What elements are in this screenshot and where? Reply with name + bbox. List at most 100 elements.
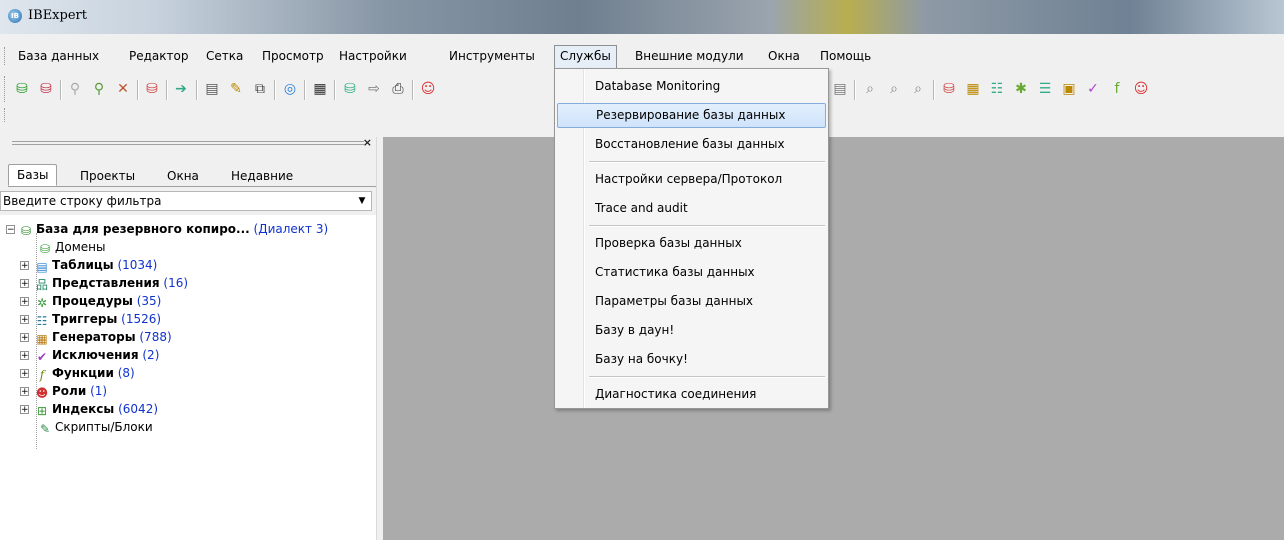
expand-icon[interactable]: + [20,387,29,397]
menubar-grip[interactable] [4,47,8,65]
new-generator-icon[interactable]: ☰ [1036,80,1054,98]
menu-grid[interactable]: Сетка [201,46,248,66]
toolbar2-grip[interactable] [4,108,8,122]
menu-item-database-monitoring[interactable]: Database Monitoring [557,74,826,99]
menu-item-connection-diagnostics[interactable]: Диагностика соединения [557,382,826,407]
expand-icon[interactable]: + [20,405,29,415]
sql-editor-icon[interactable]: ▦ [311,80,329,98]
menu-item-database-shutdown[interactable]: Базу в даун! [557,318,826,343]
tree-node-database[interactable]: − ⛁ База для резервного копиро... (Диалект… [6,220,328,238]
view-icon: 品 [35,278,48,292]
tree-node-domains[interactable]: ⛁ Домены [37,238,106,256]
connect-db-icon[interactable]: ⚲ [66,80,84,98]
menu-services[interactable]: Службы [554,45,617,68]
tab-divider [8,186,376,187]
create-db-icon[interactable]: ⛁ [143,80,161,98]
copy-object-icon[interactable]: ⧉ [251,80,269,98]
tab-projects[interactable]: Проекты [74,166,141,186]
tree-node-triggers[interactable]: + ☷ Триггеры (1526) [20,310,161,328]
new-function-icon[interactable]: f [1108,80,1126,98]
tree-node-roles[interactable]: + ☻ Роли (1) [20,382,107,400]
new-table-icon[interactable]: ⛁ [940,80,958,98]
menu-windows[interactable]: Окна [763,46,805,66]
menu-item-trace-and-audit[interactable]: Trace and audit [557,196,826,221]
menu-tools[interactable]: Инструменты [444,46,540,66]
tab-windows[interactable]: Окна [161,166,205,186]
new-role-icon[interactable]: ☺ [1132,80,1150,98]
unregister-db-icon[interactable]: ⛁ [37,80,55,98]
search-icon[interactable]: ⌕ [861,80,879,98]
collapse-icon[interactable]: − [6,225,15,235]
toolbar-separator [274,80,276,100]
filter-input[interactable] [1,192,345,210]
menu-database[interactable]: База данных [13,46,104,66]
tree-node-tables[interactable]: + ▤ Таблицы (1034) [20,256,157,274]
tree-node-functions[interactable]: + f Функции (8) [20,364,135,382]
report-icon[interactable]: ▤ [831,80,849,98]
close-icon[interactable]: × [363,136,372,149]
ibexpert-app-icon[interactable]: IB [8,9,22,23]
reconnect-db-icon[interactable]: ⚲ [90,80,108,98]
filter-box: ▼ [0,191,372,211]
panel-header[interactable]: × [0,136,376,151]
tree-node-generators[interactable]: + ▦ Генераторы (788) [20,328,172,346]
new-exception-icon[interactable]: ▣ [1060,80,1078,98]
menu-help[interactable]: Помощь [815,46,876,66]
toolbar-grip[interactable] [4,76,8,102]
tree-node-scripts[interactable]: ✎ Скрипты/Блоки [37,418,153,436]
explorer-tabs: Базы Проекты Окна Недавние [8,164,376,186]
tab-databases[interactable]: Базы [8,164,58,186]
new-procedure-icon[interactable]: ☷ [988,80,1006,98]
user-manager-icon[interactable]: ☺ [419,80,437,98]
expand-icon[interactable]: + [20,297,29,307]
toolbar-separator [412,80,414,100]
new-udf-icon[interactable]: ✓ [1084,80,1102,98]
expand-icon[interactable]: + [20,369,29,379]
menu-separator [589,376,825,378]
menu-item-restore-database[interactable]: Восстановление базы данных [557,132,826,157]
procedure-icon: ✲ [36,296,48,310]
index-icon: ⊞ [36,404,48,418]
export-icon[interactable]: ⇨ [365,80,383,98]
tree-node-views[interactable]: + 品 Представления (16) [20,274,188,292]
database-icon: ⛁ [20,224,32,238]
register-db-icon[interactable]: ⛁ [13,80,31,98]
new-document-icon[interactable]: ▤ [203,80,221,98]
menu-item-database-online[interactable]: Базу на бочку! [557,347,826,372]
new-item-icon[interactable]: ✎ [227,80,245,98]
menu-item-backup-database[interactable]: Резервирование базы данных [557,103,826,128]
menu-plugins[interactable]: Внешние модули [630,46,749,66]
window-title: IBExpert [28,8,87,23]
new-trigger-icon[interactable]: ✱ [1012,80,1030,98]
expand-icon[interactable]: + [20,333,29,343]
import-icon[interactable]: ➔ [172,80,190,98]
toolbar-separator [60,80,62,100]
search-replace-icon[interactable]: ⌕ [909,80,927,98]
compare-icon[interactable]: ⛁ [341,80,359,98]
expand-icon[interactable]: + [20,315,29,325]
tree-node-indices[interactable]: + ⊞ Индексы (6042) [20,400,158,418]
chevron-down-icon[interactable]: ▼ [355,193,369,209]
menu-settings[interactable]: Настройки [334,46,412,66]
menu-item-database-statistics[interactable]: Статистика базы данных [557,260,826,285]
menu-item-database-properties[interactable]: Параметры базы данных [557,289,826,314]
menu-separator [589,161,825,163]
menu-view[interactable]: Просмотр [257,46,329,66]
title-bar: IB IBExpert [0,0,1284,34]
expand-icon[interactable]: + [20,279,29,289]
panel-splitter[interactable] [376,137,383,540]
tree-node-exceptions[interactable]: + ✔ Исключения (2) [20,346,159,364]
new-view-icon[interactable]: ▦ [964,80,982,98]
menu-item-server-properties-log[interactable]: Настройки сервера/Протокол [557,167,826,192]
tab-recent[interactable]: Недавние [225,166,299,186]
print-icon[interactable]: ⎙ [389,80,407,98]
disconnect-db-icon[interactable]: ✕ [114,80,132,98]
tree-node-procedures[interactable]: + ✲ Процедуры (35) [20,292,161,310]
expand-icon[interactable]: + [20,261,29,271]
menu-editor[interactable]: Редактор [124,46,193,66]
search-next-icon[interactable]: ⌕ [885,80,903,98]
toolbar-separator [166,80,168,100]
expand-icon[interactable]: + [20,351,29,361]
menu-item-database-validation[interactable]: Проверка базы данных [557,231,826,256]
refresh-icon[interactable]: ◎ [281,80,299,98]
